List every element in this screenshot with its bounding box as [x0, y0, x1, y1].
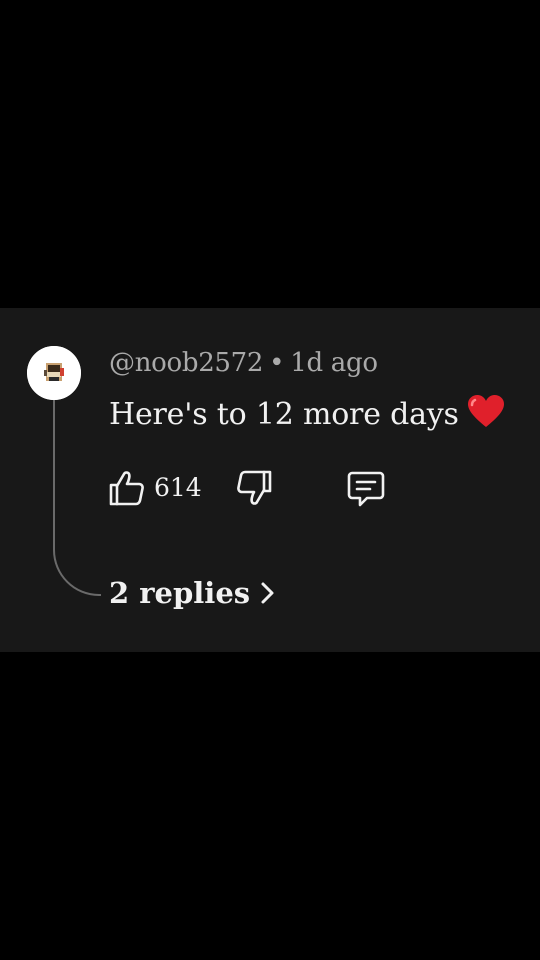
view-replies-button[interactable]: 2 replies: [109, 576, 276, 612]
avatar[interactable]: [27, 346, 81, 400]
meta-separator: •: [269, 348, 285, 378]
timestamp: 1d ago: [290, 348, 378, 378]
comment-body: Here's to 12 more days: [109, 394, 505, 436]
thumbs-up-icon: [109, 471, 144, 506]
avatar-image-icon: [27, 346, 81, 400]
red-heart-icon: [467, 394, 505, 436]
comment-card: @noob2572 • 1d ago Here's to 12 more days …: [0, 308, 540, 652]
comment-icon: [347, 471, 385, 507]
replies-label: 2 replies: [109, 576, 251, 610]
username[interactable]: @noob2572: [109, 348, 263, 378]
reply-button[interactable]: [346, 468, 386, 508]
thumbs-down-icon: [237, 470, 272, 505]
comment-meta: @noob2572 • 1d ago: [109, 348, 378, 378]
chevron-right-icon: [260, 578, 276, 612]
thread-connector-line: [53, 400, 101, 596]
page: @noob2572 • 1d ago Here's to 12 more days …: [0, 0, 540, 960]
like-count: 614: [154, 473, 202, 502]
dislike-button[interactable]: [234, 468, 274, 508]
comment-text: Here's to 12 more days: [109, 397, 459, 432]
like-button[interactable]: [107, 468, 147, 508]
